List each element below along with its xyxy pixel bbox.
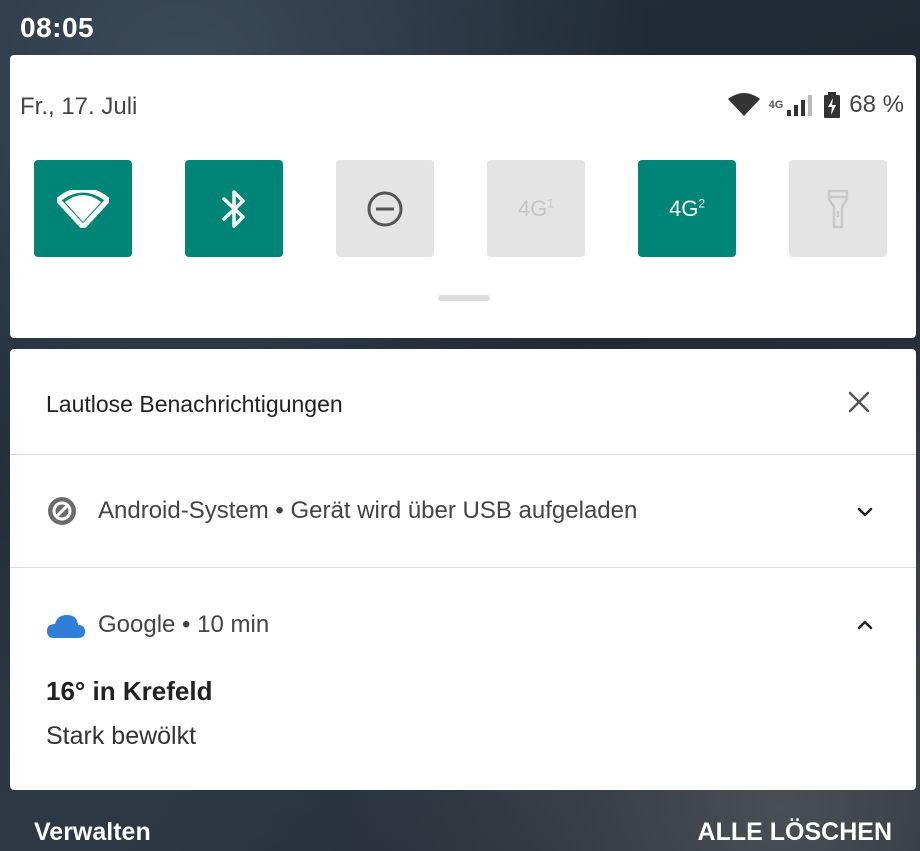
- manage-button[interactable]: Verwalten: [34, 818, 151, 847]
- cell-signal-icon: [787, 95, 813, 116]
- network-type-label: 4G: [768, 99, 784, 111]
- status-icons: 4G 68 %: [727, 91, 904, 119]
- status-time: 08:05: [20, 12, 95, 43]
- weather-subtitle: Stark bewölkt: [46, 722, 197, 750]
- flashlight-icon: [827, 189, 849, 228]
- sim1-4g-tile[interactable]: 4G1: [487, 160, 585, 257]
- expand-handle[interactable]: [438, 295, 490, 301]
- quick-settings-panel: Fr., 17. Juli 4G 68 % 4G1 4G2: [10, 55, 916, 338]
- google-notification-header: Google • 10 min: [98, 611, 270, 638]
- quick-settings-tiles: 4G1 4G2: [34, 160, 887, 257]
- silent-notifications-title: Lautlose Benachrichtigungen: [46, 391, 343, 417]
- bluetooth-icon: [222, 189, 245, 228]
- android-system-icon: [48, 497, 76, 525]
- wifi-tile[interactable]: [34, 160, 132, 257]
- sim2-4g-label: 4G2: [668, 195, 706, 221]
- do-not-disturb-tile[interactable]: [336, 160, 434, 257]
- flashlight-tile[interactable]: [789, 160, 887, 257]
- battery-charging-icon: [824, 92, 841, 118]
- weather-title: 16° in Krefeld: [46, 676, 213, 706]
- android-system-notification[interactable]: Android-System • Gerät wird über USB auf…: [10, 455, 916, 567]
- silent-notifications-header: Lautlose Benachrichtigungen: [10, 349, 916, 454]
- wifi-icon: [57, 189, 109, 228]
- battery-percent: 68 %: [849, 91, 904, 118]
- notification-panel: Lautlose Benachrichtigungen Android-Syst…: [10, 349, 916, 790]
- clear-all-button[interactable]: ALLE LÖSCHEN: [698, 818, 892, 847]
- bluetooth-tile[interactable]: [185, 160, 283, 257]
- close-icon[interactable]: [844, 387, 874, 417]
- sim2-4g-tile[interactable]: 4G2: [638, 160, 736, 257]
- date-label[interactable]: Fr., 17. Juli: [20, 93, 137, 121]
- google-weather-notification[interactable]: Google • 10 min 16° in Krefeld Stark bew…: [10, 568, 916, 790]
- cloud-icon: [47, 615, 85, 638]
- chevron-up-icon[interactable]: [856, 616, 874, 634]
- android-system-text: Android-System • Gerät wird über USB auf…: [98, 497, 638, 524]
- chevron-down-icon[interactable]: [856, 503, 874, 521]
- wifi-signal-icon: [727, 93, 760, 116]
- do-not-disturb-icon: [367, 191, 403, 226]
- sim1-4g-label: 4G1: [517, 195, 555, 221]
